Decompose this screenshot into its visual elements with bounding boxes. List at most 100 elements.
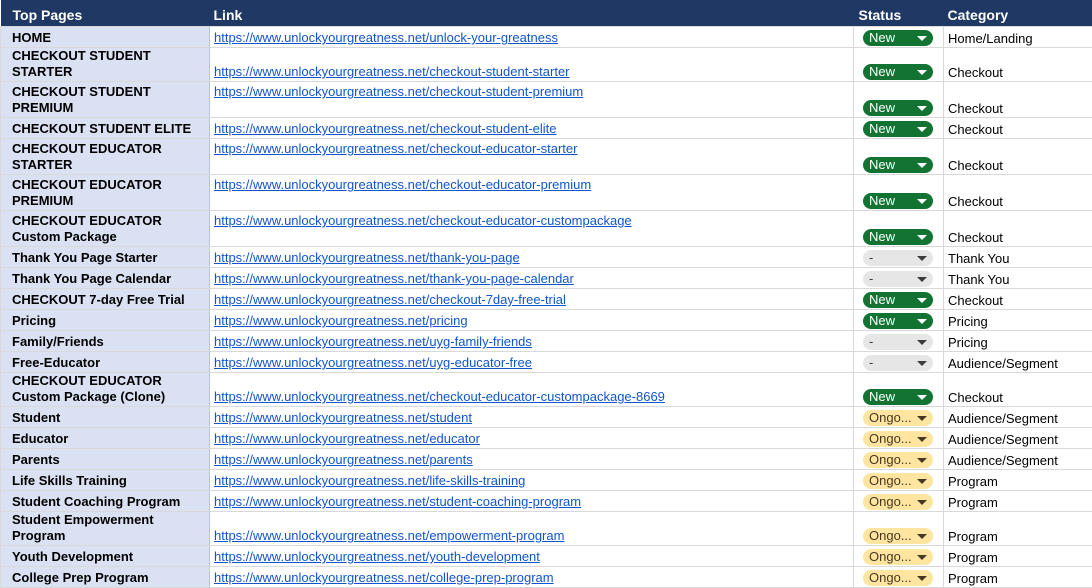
page-link[interactable]: https://www.unlockyourgreatness.net/chec… <box>214 64 570 79</box>
header-link[interactable]: Link <box>210 0 854 27</box>
status-cell[interactable]: New <box>854 373 944 407</box>
page-link[interactable]: https://www.unlockyourgreatness.net/stud… <box>214 494 581 509</box>
link-cell[interactable]: https://www.unlockyourgreatness.net/chec… <box>210 211 854 247</box>
page-link[interactable]: https://www.unlockyourgreatness.net/chec… <box>214 84 583 99</box>
page-name-cell[interactable]: Pricing <box>1 310 210 331</box>
page-name-cell[interactable]: Thank You Page Calendar <box>1 268 210 289</box>
link-cell[interactable]: https://www.unlockyourgreatness.net/coll… <box>210 567 854 588</box>
page-link[interactable]: https://www.unlockyourgreatness.net/educ… <box>214 431 480 446</box>
status-cell[interactable]: - <box>854 331 944 352</box>
category-cell[interactable]: Program <box>944 567 1092 588</box>
status-cell[interactable]: New <box>854 310 944 331</box>
page-name-cell[interactable]: Student Empowerment Program <box>1 512 210 546</box>
status-cell[interactable]: Ongo... <box>854 512 944 546</box>
page-name-cell[interactable]: CHECKOUT STUDENT PREMIUM <box>1 82 210 118</box>
page-link[interactable]: https://www.unlockyourgreatness.net/chec… <box>214 121 557 136</box>
page-link[interactable]: https://www.unlockyourgreatness.net/than… <box>214 271 574 286</box>
page-link[interactable]: https://www.unlockyourgreatness.net/stud… <box>214 410 472 425</box>
category-cell[interactable]: Audience/Segment <box>944 352 1092 373</box>
page-link[interactable]: https://www.unlockyourgreatness.net/chec… <box>214 213 632 228</box>
page-link[interactable]: https://www.unlockyourgreatness.net/chec… <box>214 292 566 307</box>
status-dropdown-chip[interactable]: New <box>863 100 933 116</box>
page-link[interactable]: https://www.unlockyourgreatness.net/empo… <box>214 528 564 543</box>
page-name-cell[interactable]: Student <box>1 407 210 428</box>
page-name-cell[interactable]: CHECKOUT 7-day Free Trial <box>1 289 210 310</box>
status-cell[interactable]: New <box>854 175 944 211</box>
status-dropdown-chip[interactable]: New <box>863 121 933 137</box>
page-name-cell[interactable]: College Prep Program <box>1 567 210 588</box>
status-dropdown-chip[interactable]: Ongo... <box>863 410 933 426</box>
link-cell[interactable]: https://www.unlockyourgreatness.net/chec… <box>210 175 854 211</box>
link-cell[interactable]: https://www.unlockyourgreatness.net/chec… <box>210 82 854 118</box>
category-cell[interactable]: Audience/Segment <box>944 407 1092 428</box>
status-cell[interactable]: Ongo... <box>854 449 944 470</box>
status-dropdown-chip[interactable]: New <box>863 313 933 329</box>
link-cell[interactable]: https://www.unlockyourgreatness.net/pric… <box>210 310 854 331</box>
page-link[interactable]: https://www.unlockyourgreatness.net/than… <box>214 250 520 265</box>
status-dropdown-chip[interactable]: - <box>863 250 933 266</box>
page-name-cell[interactable]: CHECKOUT STUDENT STARTER <box>1 48 210 82</box>
page-link[interactable]: https://www.unlockyourgreatness.net/yout… <box>214 549 540 564</box>
link-cell[interactable]: https://www.unlockyourgreatness.net/stud… <box>210 407 854 428</box>
page-link[interactable]: https://www.unlockyourgreatness.net/chec… <box>214 389 665 404</box>
status-cell[interactable]: - <box>854 268 944 289</box>
category-cell[interactable]: Checkout <box>944 373 1092 407</box>
link-cell[interactable]: https://www.unlockyourgreatness.net/yout… <box>210 546 854 567</box>
page-link[interactable]: https://www.unlockyourgreatness.net/coll… <box>214 570 554 585</box>
page-name-cell[interactable]: CHECKOUT EDUCATOR STARTER <box>1 139 210 175</box>
link-cell[interactable]: https://www.unlockyourgreatness.net/uyg-… <box>210 331 854 352</box>
page-link[interactable]: https://www.unlockyourgreatness.net/pric… <box>214 313 468 328</box>
page-link[interactable]: https://www.unlockyourgreatness.net/life… <box>214 473 525 488</box>
page-link[interactable]: https://www.unlockyourgreatness.net/unlo… <box>214 30 558 45</box>
page-name-cell[interactable]: Youth Development <box>1 546 210 567</box>
status-dropdown-chip[interactable]: New <box>863 193 933 209</box>
category-cell[interactable]: Checkout <box>944 118 1092 139</box>
status-cell[interactable]: Ongo... <box>854 428 944 449</box>
category-cell[interactable]: Program <box>944 491 1092 512</box>
status-dropdown-chip[interactable]: New <box>863 229 933 245</box>
status-dropdown-chip[interactable]: New <box>863 292 933 308</box>
page-name-cell[interactable]: CHECKOUT EDUCATOR Custom Package <box>1 211 210 247</box>
link-cell[interactable]: https://www.unlockyourgreatness.net/chec… <box>210 48 854 82</box>
page-name-cell[interactable]: CHECKOUT EDUCATOR Custom Package (Clone) <box>1 373 210 407</box>
status-dropdown-chip[interactable]: New <box>863 64 933 80</box>
header-category[interactable]: Category <box>944 0 1092 27</box>
status-dropdown-chip[interactable]: - <box>863 355 933 371</box>
link-cell[interactable]: https://www.unlockyourgreatness.net/educ… <box>210 428 854 449</box>
status-cell[interactable]: New <box>854 27 944 48</box>
status-cell[interactable]: Ongo... <box>854 567 944 588</box>
category-cell[interactable]: Checkout <box>944 175 1092 211</box>
status-dropdown-chip[interactable]: Ongo... <box>863 494 933 510</box>
status-cell[interactable]: Ongo... <box>854 470 944 491</box>
link-cell[interactable]: https://www.unlockyourgreatness.net/chec… <box>210 118 854 139</box>
page-link[interactable]: https://www.unlockyourgreatness.net/pare… <box>214 452 473 467</box>
link-cell[interactable]: https://www.unlockyourgreatness.net/chec… <box>210 289 854 310</box>
status-cell[interactable]: New <box>854 139 944 175</box>
link-cell[interactable]: https://www.unlockyourgreatness.net/pare… <box>210 449 854 470</box>
status-dropdown-chip[interactable]: New <box>863 30 933 46</box>
page-name-cell[interactable]: Free-Educator <box>1 352 210 373</box>
page-name-cell[interactable]: Parents <box>1 449 210 470</box>
page-link[interactable]: https://www.unlockyourgreatness.net/uyg-… <box>214 355 532 370</box>
link-cell[interactable]: https://www.unlockyourgreatness.net/life… <box>210 470 854 491</box>
page-name-cell[interactable]: Student Coaching Program <box>1 491 210 512</box>
status-cell[interactable]: - <box>854 352 944 373</box>
category-cell[interactable]: Thank You <box>944 268 1092 289</box>
status-cell[interactable]: Ongo... <box>854 407 944 428</box>
category-cell[interactable]: Thank You <box>944 247 1092 268</box>
page-name-cell[interactable]: Educator <box>1 428 210 449</box>
page-name-cell[interactable]: HOME <box>1 27 210 48</box>
status-cell[interactable]: - <box>854 247 944 268</box>
status-dropdown-chip[interactable]: Ongo... <box>863 452 933 468</box>
link-cell[interactable]: https://www.unlockyourgreatness.net/chec… <box>210 373 854 407</box>
page-name-cell[interactable]: CHECKOUT STUDENT ELITE <box>1 118 210 139</box>
link-cell[interactable]: https://www.unlockyourgreatness.net/uyg-… <box>210 352 854 373</box>
page-link[interactable]: https://www.unlockyourgreatness.net/chec… <box>214 177 591 192</box>
category-cell[interactable]: Checkout <box>944 82 1092 118</box>
link-cell[interactable]: https://www.unlockyourgreatness.net/empo… <box>210 512 854 546</box>
status-dropdown-chip[interactable]: New <box>863 389 933 405</box>
status-cell[interactable]: New <box>854 211 944 247</box>
category-cell[interactable]: Pricing <box>944 310 1092 331</box>
status-dropdown-chip[interactable]: - <box>863 271 933 287</box>
status-cell[interactable]: New <box>854 82 944 118</box>
